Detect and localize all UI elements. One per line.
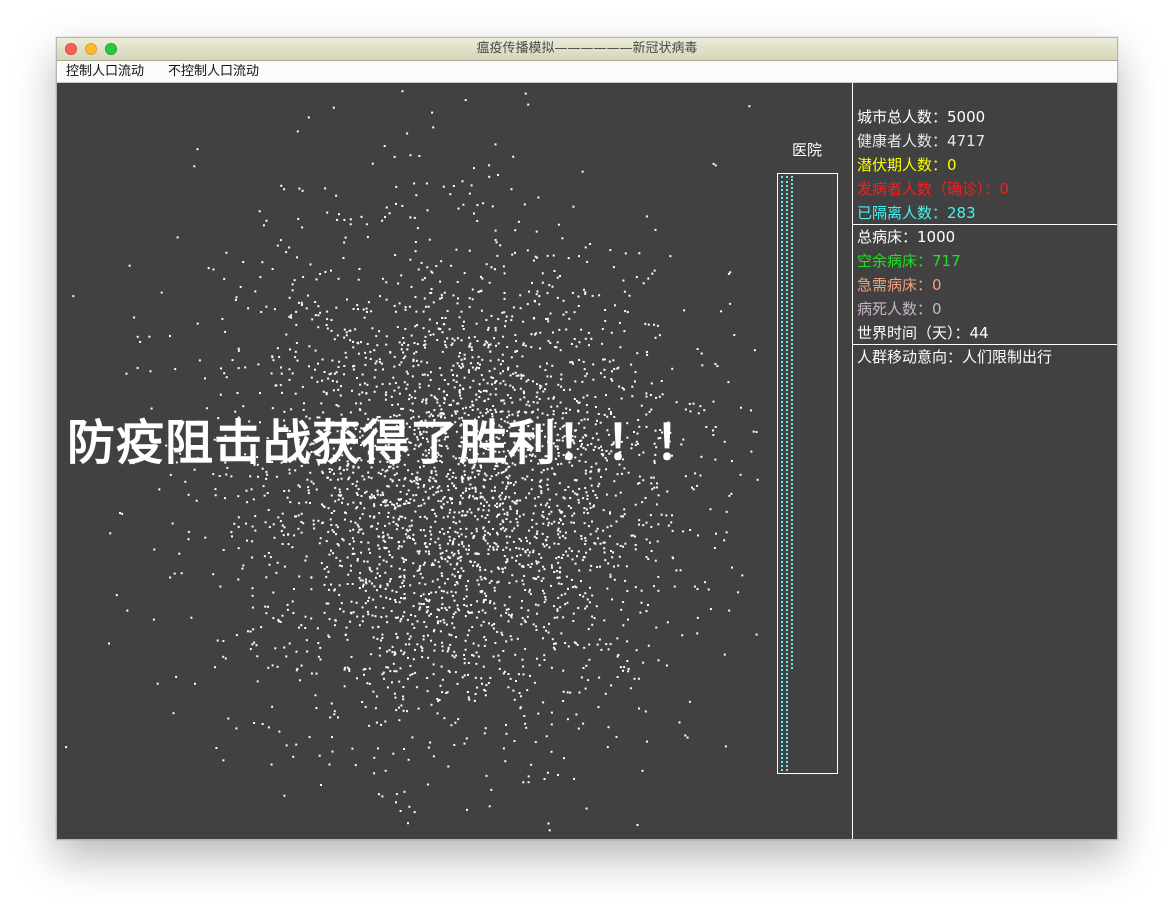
victory-banner: 防疫阻击战获得了胜利！！！: [67, 415, 705, 471]
stat-healthy-label: 健康者人数：: [857, 132, 948, 150]
stat-deaths-value: 0: [932, 300, 942, 318]
stat-movement-value: 人们限制出行: [962, 348, 1053, 366]
stat-world-time: 世界时间（天）：44: [857, 322, 989, 344]
stat-beds-free-value: 717: [932, 252, 961, 270]
stat-beds-needed-label: 急需病床：: [857, 276, 933, 294]
stat-healthy: 健康者人数：4717: [857, 130, 985, 152]
stat-isolated-label: 已隔离人数：: [857, 204, 948, 222]
stats-separator: [853, 344, 1117, 345]
stat-deaths: 病死人数：0: [857, 298, 942, 320]
stat-latent: 潜伏期人数：0: [857, 154, 957, 176]
stat-total-value: 5000: [947, 108, 986, 126]
window-title: 瘟疫传播模拟——————新冠状病毒: [476, 41, 698, 56]
stat-latent-value: 0: [947, 156, 957, 174]
stat-deaths-label: 病死人数：: [857, 300, 933, 318]
stat-total-label: 城市总人数：: [857, 108, 948, 126]
stat-healthy-value: 4717: [947, 132, 986, 150]
menu-no-control-movement[interactable]: 不控制人口流动: [168, 63, 259, 80]
stat-beds-needed-value: 0: [932, 276, 942, 294]
stat-confirmed: 发病者人数（确诊）：0: [857, 178, 1009, 200]
stat-world-time-value: 44: [969, 324, 989, 342]
simulation-window: 瘟疫传播模拟——————新冠状病毒 控制人口流动 不控制人口流动 防疫阻击战获得…: [56, 37, 1118, 840]
stat-movement-label: 人群移动意向：: [857, 348, 963, 366]
stat-world-time-label: 世界时间（天）：: [857, 324, 970, 342]
stats-separator: [853, 224, 1117, 225]
stat-confirmed-value: 0: [999, 180, 1010, 198]
stat-isolated-value: 283: [947, 204, 976, 222]
stat-total-population: 城市总人数：5000: [857, 106, 985, 128]
hospital-bed-column: [781, 176, 783, 771]
stat-isolated: 已隔离人数：283: [857, 202, 976, 224]
stats-panel: 城市总人数：5000 健康者人数：4717 潜伏期人数：0 发病者人数（确诊）：…: [853, 83, 1117, 839]
stat-latent-label: 潜伏期人数：: [857, 156, 948, 174]
stat-confirmed-label: 发病者人数（确诊）：: [857, 180, 1000, 198]
stat-beds-total-label: 总病床：: [857, 228, 918, 246]
hospital-bed-column: [786, 176, 788, 771]
title-bar[interactable]: 瘟疫传播模拟——————新冠状病毒: [57, 38, 1117, 61]
stat-beds-free-label: 空余病床：: [857, 252, 933, 270]
hospital-area: [777, 173, 838, 774]
hospital-bed-column: [791, 176, 793, 669]
stat-beds-total-value: 1000: [917, 228, 956, 246]
menu-control-movement[interactable]: 控制人口流动: [66, 63, 144, 80]
hospital-label: 医院: [792, 141, 823, 159]
stat-beds-free: 空余病床：717: [857, 250, 961, 272]
stat-beds-total: 总病床：1000: [857, 226, 955, 248]
stat-beds-needed: 急需病床：0: [857, 274, 942, 296]
stat-movement: 人群移动意向：人们限制出行: [857, 346, 1052, 368]
menu-bar: 控制人口流动 不控制人口流动: [57, 61, 1117, 83]
simulation-canvas: 防疫阻击战获得了胜利！！！ 医院: [57, 83, 852, 839]
